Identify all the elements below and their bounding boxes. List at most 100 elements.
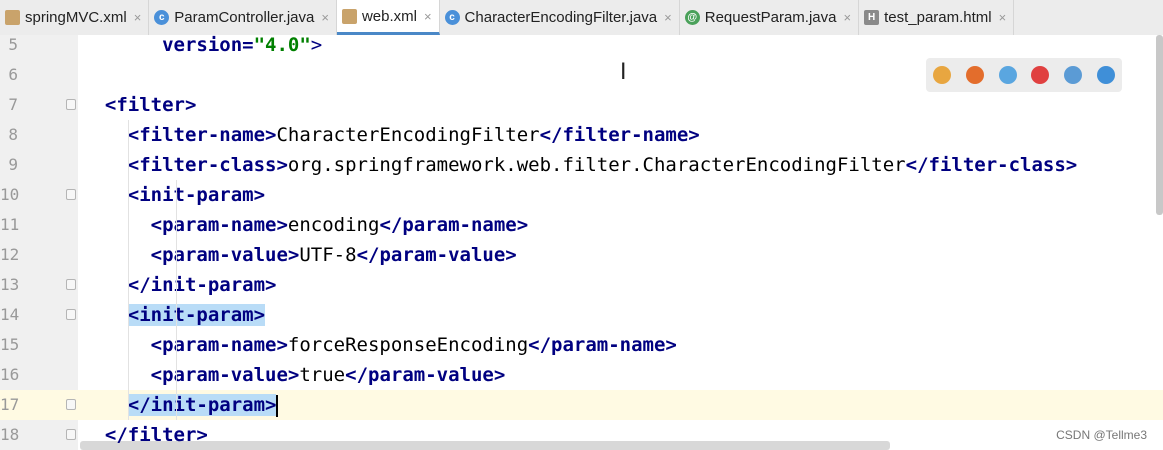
code-line[interactable]: 16 <param-value>true</param-value> [0,360,1163,390]
xml-tag: <init-param> [127,304,266,326]
tag-text: true [299,364,346,386]
xml-tag: </init-param> [127,274,277,296]
tag-text: UTF-8 [299,244,357,266]
tag-text: forceResponseEncoding [287,334,529,356]
code-line[interactable]: 7 <filter> [0,90,1163,120]
line-number: 8 [8,125,18,144]
close-icon[interactable]: × [999,10,1007,25]
tab-label: web.xml [361,7,417,25]
tab-label: RequestParam.java [704,9,837,26]
tab-label: test_param.html [884,9,992,26]
xml-tag: </param-name> [528,334,677,356]
code-line[interactable]: 9 <filter-class>org.springframework.web.… [0,150,1163,180]
html-file-icon: H [864,10,880,25]
code-line[interactable]: 17 </init-param> [0,390,1163,420]
code-text: <param-value>UTF-8</param-value> [82,240,517,270]
fold-marker-icon[interactable] [66,189,76,200]
code-text: </init-param> [82,270,277,300]
line-number: 11 [0,215,20,234]
fold-marker-icon[interactable] [66,429,76,440]
xml-file-icon [341,8,357,24]
xml-tag: </param-name> [379,214,529,236]
xml-tag: <filter-class> [127,154,288,176]
xml-tag: <param-value> [150,364,300,386]
code-line[interactable]: 6 [0,60,1163,90]
line-number: 7 [8,95,18,114]
xml-tag: </filter> [104,424,208,446]
indent-guide [128,120,129,420]
code-line[interactable]: 14 <init-param> [0,300,1163,330]
code-line[interactable]: 5 version="4.0"> [0,30,1163,60]
line-number: 17 [0,395,20,414]
code-line[interactable]: 18 </filter> [0,420,1163,450]
code-line[interactable]: 10 <init-param> [0,180,1163,210]
xml-tag: <filter-name> [127,124,277,146]
close-icon[interactable]: × [134,10,142,25]
code-line[interactable]: 13 </init-param> [0,270,1163,300]
string-literal: "4.0" [253,34,311,56]
close-icon[interactable]: × [321,10,329,25]
xml-tag: <param-value> [150,244,300,266]
tab-label: CharacterEncodingFilter.java [464,9,658,26]
xml-tag: </filter-class> [905,154,1078,176]
code-text: <init-param> [82,180,265,210]
line-number: 12 [0,245,20,264]
code-text: <param-name>encoding</param-name> [82,210,529,240]
xml-tag: <filter> [104,94,197,116]
close-icon[interactable]: × [664,10,672,25]
indent-guide [176,180,177,420]
code-text: <filter> [82,90,197,120]
tag-text: encoding [287,214,380,236]
code-line[interactable]: 15 <param-name>forceResponseEncoding</pa… [0,330,1163,360]
annotation-icon: @ [684,10,700,25]
code-text: <init-param> [82,300,266,330]
close-icon[interactable]: × [843,10,851,25]
java-class-icon: c [154,10,170,25]
tag-text: org.springframework.web.filter.Character… [287,154,906,176]
code-line[interactable]: 8 <filter-name>CharacterEncodingFilter</… [0,120,1163,150]
xml-tag: <param-name> [150,334,288,356]
xml-tag: version= [162,34,254,56]
xml-tag: </init-param> [127,394,277,416]
code-text: <param-name>forceResponseEncoding</param… [82,330,677,360]
line-number: 6 [8,65,18,84]
code-text: </init-param> [82,390,279,420]
line-number: 16 [0,365,20,384]
xml-tag: </param-value> [356,244,517,266]
code-line[interactable]: 11 <param-name>encoding</param-name> [0,210,1163,240]
code-text: <filter-class>org.springframework.web.fi… [82,150,1077,180]
line-number: 15 [0,335,20,354]
line-number: 10 [0,185,20,204]
line-number: 14 [0,305,20,324]
line-number: 13 [0,275,20,294]
xml-tag: <init-param> [127,184,266,206]
xml-tag: <param-name> [150,214,288,236]
fold-marker-icon[interactable] [66,99,76,110]
code-text: version="4.0"> [82,30,322,60]
fold-marker-icon[interactable] [66,399,76,410]
fold-marker-icon[interactable] [66,309,76,320]
tag-text: > [310,34,323,56]
java-class-icon: c [444,10,460,25]
code-line[interactable]: 12 <param-value>UTF-8</param-value> [0,240,1163,270]
line-number: 9 [8,155,18,174]
close-icon[interactable]: × [424,9,432,24]
tag-text: CharacterEncodingFilter [276,124,540,146]
code-text: <param-value>true</param-value> [82,360,506,390]
line-number: 5 [8,35,18,54]
xml-tag: </param-value> [345,364,506,386]
xml-file-icon [5,10,20,25]
fold-marker-icon[interactable] [66,279,76,290]
tab-label: springMVC.xml [25,9,127,26]
